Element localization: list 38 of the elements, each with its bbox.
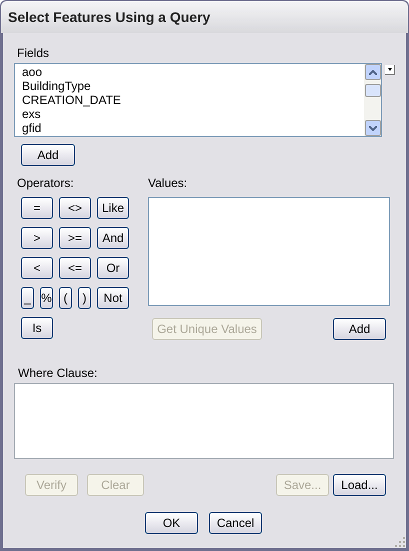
small-button[interactable] [385,65,395,75]
values-label: Values: [148,175,188,191]
operator-button[interactable]: _ [21,287,34,309]
operator-button[interactable]: < [21,257,53,279]
operator-button[interactable]: Is [21,317,53,339]
operator-button[interactable]: = [21,197,53,219]
button[interactable]: Load... [333,474,386,496]
operator-button[interactable]: <> [59,197,91,219]
button[interactable]: OK [145,512,198,534]
button[interactable]: Add [21,144,75,166]
list-item[interactable]: BuildingType [22,79,364,93]
operators-label: Operators: [17,175,75,191]
resize-grip-icon[interactable] [395,537,405,547]
operator-button[interactable]: >= [59,227,91,249]
window-title: Select Features Using a Query [8,8,210,27]
operator-button[interactable]: % [40,287,53,309]
scrollbar-thumb[interactable] [364,84,380,96]
button[interactable]: Cancel [209,512,262,534]
operator-button[interactable]: ) [78,287,91,309]
operator-button[interactable]: Not [97,287,129,309]
fields-list[interactable]: aoo BuildingType CREATION_DATE exs gfid [14,63,382,137]
operator-button[interactable]: Like [97,197,129,219]
button[interactable]: Add [333,318,386,340]
caret-icon [388,68,392,71]
operator-button[interactable]: <= [59,257,91,279]
list-item[interactable]: CREATION_DATE [22,93,364,107]
values-list[interactable] [148,197,390,306]
list-item[interactable]: exs [22,107,364,121]
where-clause-label: Where Clause: [18,365,98,381]
operator-button[interactable]: > [21,227,53,249]
fields-label: Fields [17,45,50,61]
operator-button[interactable]: Or [97,257,129,279]
where-clause-field[interactable] [14,383,394,459]
operator-button[interactable]: ( [59,287,72,309]
operator-button[interactable]: And [97,227,129,249]
list-item[interactable]: gfid [22,121,364,135]
list-item[interactable]: aoo [22,65,364,79]
scrollbar[interactable] [364,64,381,136]
